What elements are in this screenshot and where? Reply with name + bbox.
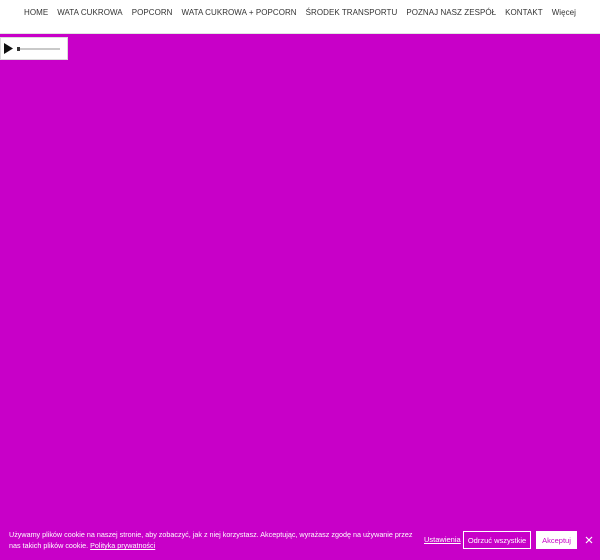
privacy-policy-link[interactable]: Polityka prywatności [90,541,155,550]
audio-progress-knob[interactable] [17,46,20,51]
nav-item-wata-cukrowa-popcorn[interactable]: WATA CUKROWA + POPCORN [177,8,301,20]
cookie-settings-link[interactable]: Ustawienia [424,535,461,544]
nav-item-kontakt[interactable]: KONTAKT [501,8,548,20]
audio-player [0,37,68,60]
audio-progress-track[interactable] [17,46,60,51]
nav-item-home[interactable]: HOME [20,8,53,20]
play-icon[interactable] [4,43,13,54]
nav-item-poznaj-nasz-zespol[interactable]: POZNAJ NASZ ZESPÓŁ [402,8,501,20]
nav-item-wata-cukrowa[interactable]: WATA CUKROWA [53,8,128,20]
site-header: HOME WATA CUKROWA POPCORN WATA CUKROWA +… [0,0,600,34]
cookie-text: Używamy plików cookie na naszej stronie,… [9,529,414,551]
cookie-message: Używamy plików cookie na naszej stronie,… [9,530,413,550]
nav-item-more[interactable]: Więcej [547,8,580,20]
accept-button[interactable]: Akceptuj [536,531,577,549]
main-nav: HOME WATA CUKROWA POPCORN WATA CUKROWA +… [0,8,600,20]
nav-item-srodek-transportu[interactable]: ŚRODEK TRANSPORTU [301,8,402,20]
nav-item-popcorn[interactable]: POPCORN [127,8,177,20]
reject-all-button[interactable]: Odrzuć wszystkie [463,531,531,549]
close-icon[interactable] [583,533,595,545]
hero-background [0,34,600,560]
